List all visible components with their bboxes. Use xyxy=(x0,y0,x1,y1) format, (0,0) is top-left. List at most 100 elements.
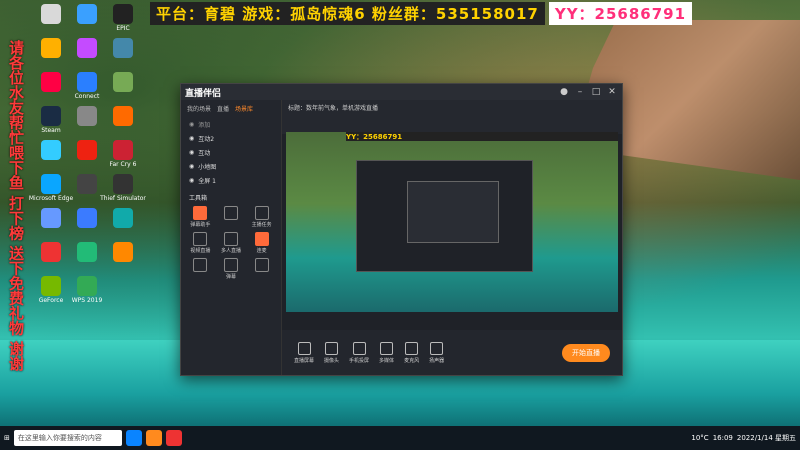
toolbox-item[interactable]: 弹幕助手 xyxy=(187,206,214,228)
app-icon xyxy=(41,106,61,126)
platform-banner: 平台：育碧 游戏：孤岛惊魂6 粉丝群：535158017 xyxy=(150,1,545,25)
toolbox-item[interactable]: 视频直播 xyxy=(187,232,214,254)
taskbar-app-icon[interactable] xyxy=(165,430,182,446)
live-companion-window: 直播伴侣 ● – □ ✕ 我的场景 直播 场景库 ◉ 添加 ◉ 互动2 ◉ 互动 ◉ 小地图 ◉ 全屏… xyxy=(180,83,623,376)
window-titlebar: 直播伴侣 ● – □ ✕ xyxy=(181,84,622,100)
left-panel: 我的场景 直播 场景库 ◉ 添加 ◉ 互动2 ◉ 互动 ◉ 小地图 ◉ 全屏 1 工具箱 弹幕助手 主播… xyxy=(181,100,282,375)
desktop-icon-label: Microsoft Edge xyxy=(28,195,74,202)
panel-tab[interactable]: 场景库 xyxy=(235,104,253,113)
desktop-icon[interactable] xyxy=(98,106,148,127)
panel-tab[interactable]: 我的场景 xyxy=(187,104,211,113)
tool-icon xyxy=(223,232,238,246)
minimize-icon[interactable]: – xyxy=(574,87,586,97)
preview-canvas[interactable]: YY：25686791 xyxy=(286,132,618,312)
app-icon xyxy=(113,4,133,24)
app-icon xyxy=(113,38,133,58)
desktop-icon[interactable] xyxy=(98,72,148,93)
eye-icon[interactable]: ◉ xyxy=(189,135,194,142)
source-label: 多媒体 xyxy=(379,357,395,364)
stream-overlay-top: 平台：育碧 游戏：孤岛惊魂6 粉丝群：535158017 YY：25686791 xyxy=(150,1,693,25)
source-icon xyxy=(405,341,419,355)
tool-label: 主播任务 xyxy=(251,222,272,228)
app-icon xyxy=(41,174,61,194)
desktop-icon[interactable] xyxy=(98,208,148,229)
taskbar-search[interactable]: 在这里输入你要搜索的内容 xyxy=(13,430,122,446)
taskbar-app-icon[interactable] xyxy=(125,430,142,446)
vertical-overlay-text: 请各位水友帮忙喂下鱼 打下榜 送下免费礼物 谢谢 xyxy=(7,40,25,371)
eye-icon[interactable]: ◉ xyxy=(189,177,194,184)
scene-item[interactable]: ◉ 全屏 1 xyxy=(181,173,281,187)
source-button[interactable]: 扬声器 xyxy=(429,341,444,364)
desktop-icon[interactable]: WPS 2019 xyxy=(62,276,112,304)
app-icon xyxy=(41,38,61,58)
app-icon xyxy=(41,72,61,92)
source-button[interactable]: 麦克风 xyxy=(404,341,419,364)
taskbar-app-icon[interactable] xyxy=(145,430,162,446)
panel-tabs: 我的场景 直播 场景库 xyxy=(181,100,281,117)
source-label: 直播屏幕 xyxy=(294,357,315,364)
scene-item[interactable]: ◉ 小地图 xyxy=(181,159,281,173)
toolbox-item[interactable] xyxy=(218,206,245,228)
desktop-icon-label: Steam xyxy=(41,127,61,134)
scene-item[interactable]: ◉ 添加 xyxy=(181,117,281,131)
tool-icon xyxy=(193,258,208,272)
source-button[interactable]: 直播屏幕 xyxy=(294,341,315,364)
tool-icon xyxy=(254,258,269,272)
desktop-icon[interactable]: Far Cry 6 xyxy=(98,140,148,168)
desktop-icon-label: Connect xyxy=(74,93,100,100)
source-icon xyxy=(430,341,444,355)
desktop-icon-label: Far Cry 6 xyxy=(109,161,137,168)
toolbox-item[interactable]: 主播任务 xyxy=(248,206,275,228)
scene-list: ◉ 添加 ◉ 互动2 ◉ 互动 ◉ 小地图 ◉ 全屏 1 xyxy=(181,117,281,187)
source-button[interactable]: 多媒体 xyxy=(379,341,395,364)
app-icon xyxy=(77,106,97,126)
desktop-icon-label: GeForce xyxy=(38,297,64,304)
toolbox-item[interactable] xyxy=(187,258,214,280)
preview-yy-banner: YY：25686791 xyxy=(346,132,618,141)
start-live-button[interactable]: 开始直播 xyxy=(562,343,610,362)
maximize-icon[interactable]: □ xyxy=(590,87,602,97)
eye-icon[interactable]: ◉ xyxy=(189,121,194,128)
desktop-icon[interactable] xyxy=(98,38,148,59)
app-icon xyxy=(77,174,97,194)
app-icon xyxy=(77,72,97,92)
desktop-icon[interactable] xyxy=(98,242,148,263)
source-button[interactable]: 手机投屏 xyxy=(349,341,370,364)
app-icon xyxy=(41,208,61,228)
toolbox-item[interactable] xyxy=(248,258,275,280)
desktop-icon-label: EPIC xyxy=(116,25,130,32)
eye-icon[interactable]: ◉ xyxy=(189,163,194,170)
eye-icon[interactable]: ◉ xyxy=(189,149,194,156)
toolbox-item[interactable]: 连麦 xyxy=(248,232,275,254)
source-icon xyxy=(352,341,366,355)
clock-time: 16:09 xyxy=(712,434,733,442)
app-icon xyxy=(113,208,133,228)
toolbox-item[interactable]: 多人直播 xyxy=(218,232,245,254)
desktop-icon[interactable]: EPIC xyxy=(98,4,148,32)
scene-item[interactable]: ◉ 互动2 xyxy=(181,131,281,145)
nested-window-preview-2 xyxy=(407,181,499,243)
app-icon xyxy=(113,140,133,160)
yy-banner: YY：25686791 xyxy=(548,1,693,25)
toolbox-grid: 弹幕助手 主播任务视频直播 多人直播 连麦弹幕 xyxy=(181,204,281,282)
tool-label: 弹幕 xyxy=(225,274,236,280)
tool-icon xyxy=(254,232,269,246)
avatar[interactable]: ● xyxy=(558,87,570,97)
main-area: 标题：数年前气象，单机游戏直播 YY：25686791 直播屏幕 摄像头 手机投屏 多… xyxy=(282,100,622,375)
tool-icon xyxy=(193,232,208,246)
source-icon xyxy=(297,341,311,355)
source-label: 摄像头 xyxy=(324,357,340,364)
app-icon xyxy=(77,140,97,160)
toolbox-item[interactable]: 弹幕 xyxy=(218,258,245,280)
panel-tab[interactable]: 直播 xyxy=(217,104,229,113)
source-label: 手机投屏 xyxy=(349,357,370,364)
stream-info: 标题：数年前气象，单机游戏直播 xyxy=(282,100,622,134)
source-button[interactable]: 摄像头 xyxy=(324,341,340,364)
close-icon[interactable]: ✕ xyxy=(606,87,618,97)
clock-date: 2022/1/14 星期五 xyxy=(736,434,796,442)
app-icon xyxy=(41,242,61,262)
windows-start-icon[interactable]: ⊞ xyxy=(4,434,10,442)
desktop-icon[interactable]: Thief Simulator xyxy=(98,174,148,202)
scene-item[interactable]: ◉ 互动 xyxy=(181,145,281,159)
desktop-icon-label: WPS 2019 xyxy=(71,297,103,304)
